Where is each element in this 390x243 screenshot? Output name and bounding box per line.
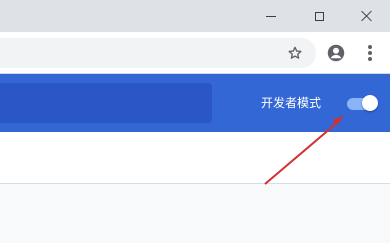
title-bar	[0, 0, 390, 32]
developer-toolbar-strip	[0, 132, 390, 184]
minimize-icon	[266, 15, 276, 17]
browser-toolbar	[0, 32, 390, 74]
developer-mode-label: 开发者模式	[261, 96, 322, 110]
maximize-button[interactable]	[296, 0, 342, 32]
menu-button[interactable]	[358, 39, 382, 67]
close-button[interactable]	[344, 0, 390, 32]
more-vert-icon	[368, 45, 372, 61]
maximize-icon	[314, 11, 324, 21]
developer-mode-toggle[interactable]	[345, 94, 379, 112]
extensions-content	[0, 132, 390, 243]
bookmark-button[interactable]	[281, 39, 309, 67]
account-circle-icon	[327, 44, 345, 62]
address-bar[interactable]	[0, 38, 316, 68]
extensions-header: 开发者模式	[0, 74, 390, 132]
profile-button[interactable]	[322, 39, 350, 67]
search-extensions-bar[interactable]	[0, 83, 212, 123]
close-icon	[361, 10, 373, 22]
toggle-knob	[362, 95, 378, 111]
minimize-button[interactable]	[248, 0, 294, 32]
browser-window: 开发者模式	[0, 0, 390, 243]
star-icon	[288, 46, 302, 59]
